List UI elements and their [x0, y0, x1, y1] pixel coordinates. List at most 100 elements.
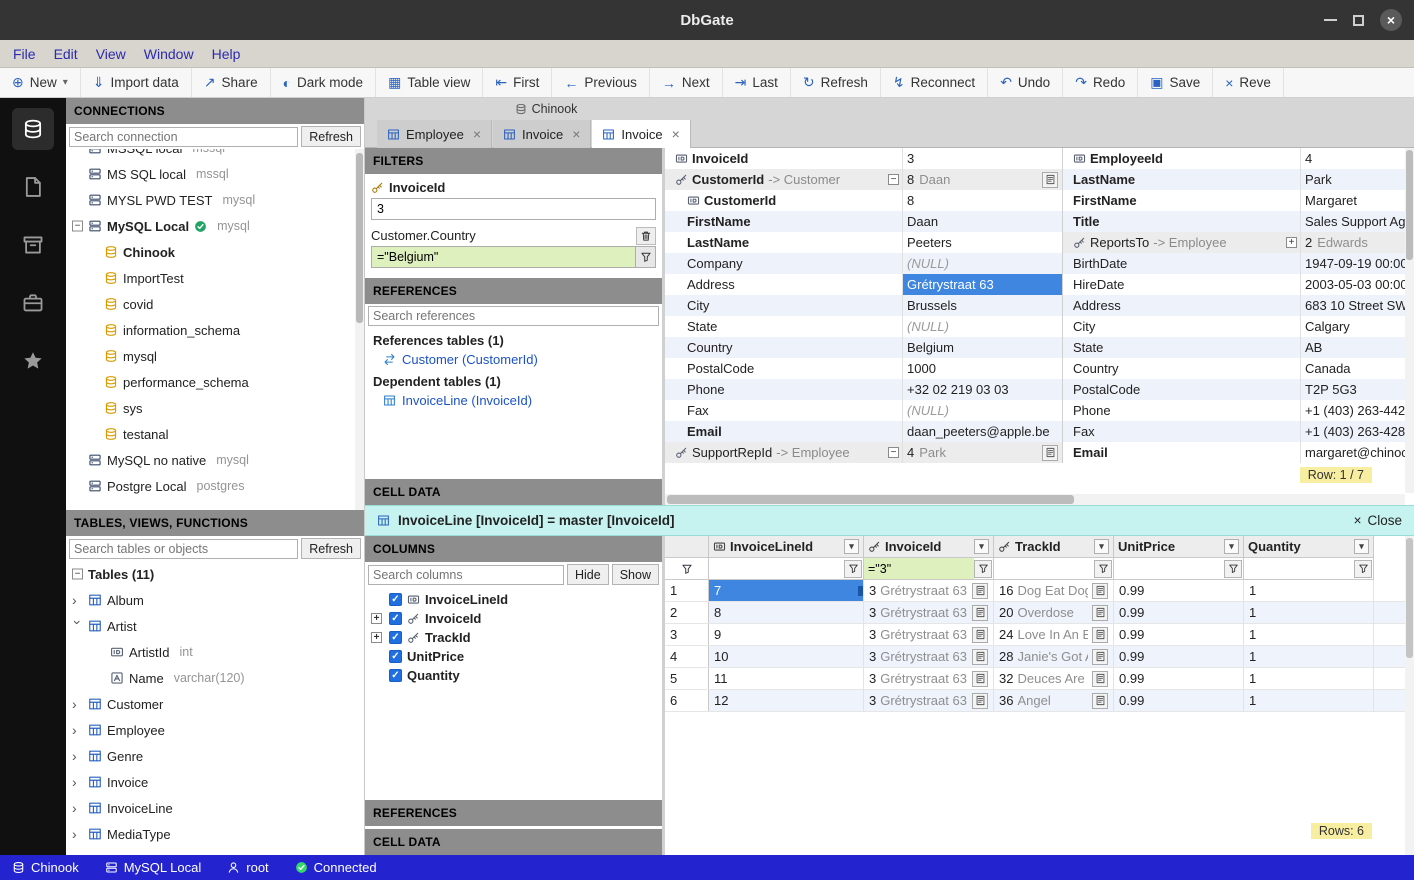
field-value-cell[interactable]: (NULL)	[902, 400, 1062, 421]
cell-invoicelineid[interactable]: 12	[709, 690, 864, 711]
field-value-cell[interactable]: Daan	[902, 211, 1062, 232]
cell-trackid[interactable]: 16 Dog Eat Dog	[994, 580, 1114, 601]
cell-invoicelineid[interactable]: 7	[709, 580, 864, 601]
column-checkbox[interactable]	[389, 612, 402, 625]
toolbar-button[interactable]: ▣ Save	[1138, 68, 1213, 97]
column-checklist-item[interactable]: Quantity	[365, 666, 662, 685]
toolbar-button[interactable]: ← Previous	[552, 68, 650, 97]
column-filter-input[interactable]	[709, 558, 844, 579]
field-label-cell[interactable]: State	[1063, 340, 1300, 355]
connection-item[interactable]: ImportTest	[66, 265, 364, 291]
cell-unitprice[interactable]: 0.99	[1114, 646, 1244, 667]
connection-item[interactable]: MSSQL local mssql	[66, 149, 364, 161]
filter-value-input[interactable]	[372, 199, 655, 219]
search-references-input[interactable]	[368, 306, 659, 326]
menu-item[interactable]: Help	[203, 40, 250, 67]
refresh-connections-button[interactable]: Refresh	[301, 126, 361, 147]
field-label-cell[interactable]: PostalCode	[1063, 382, 1300, 397]
connection-item[interactable]: information_schema	[66, 317, 364, 343]
column-checkbox[interactable]	[389, 669, 402, 682]
toolbar-button[interactable]: ↷ Redo	[1063, 68, 1138, 97]
filter-value-input[interactable]	[372, 247, 635, 267]
filter-menu-button[interactable]	[1094, 560, 1112, 578]
scrollbar-thumb[interactable]	[667, 495, 1074, 504]
field-label-cell[interactable]: Address	[665, 277, 902, 292]
field-value-cell[interactable]: margaret@chinoo	[1300, 442, 1414, 463]
field-value-cell[interactable]: daan_peeters@apple.be	[902, 421, 1062, 442]
column-filter-input[interactable]	[994, 558, 1094, 579]
row-number-cell[interactable]: 5	[665, 668, 709, 689]
statusbar-item[interactable]: Chinook	[12, 860, 79, 875]
cell-unitprice[interactable]: 0.99	[1114, 602, 1244, 623]
chevron-right-icon[interactable]: ›	[72, 801, 84, 815]
field-label-cell[interactable]: Fax	[1063, 424, 1300, 439]
reference-link-invoiceline[interactable]: InvoiceLine (InvoiceId)	[365, 391, 662, 410]
column-checkbox[interactable]	[389, 593, 402, 606]
tab[interactable]: Invoice ×	[592, 120, 690, 148]
column-filter-input[interactable]	[864, 558, 974, 579]
cell-trackid[interactable]: 20 Overdose	[994, 602, 1114, 623]
connection-item[interactable]: MS SQL local mssql	[66, 161, 364, 187]
toolbar-button[interactable]: ⇓ Import data	[81, 68, 192, 97]
field-value-cell[interactable]: Grétrystraat 63	[902, 274, 1062, 295]
statusbar-item[interactable]: MySQL Local	[105, 860, 202, 875]
tree-item[interactable]: › Customer	[66, 691, 364, 717]
tree-item[interactable]: › Invoice	[66, 769, 364, 795]
tree-item[interactable]: − Tables (11)	[66, 561, 364, 587]
connection-item[interactable]: performance_schema	[66, 369, 364, 395]
toolbar-button[interactable]: ◐ Dark mode	[271, 68, 377, 97]
field-value-cell[interactable]: Canada	[1300, 358, 1414, 379]
chevron-right-icon[interactable]: ›	[72, 697, 84, 711]
field-value-cell[interactable]: Peeters	[902, 232, 1062, 253]
field-label-cell[interactable]: HireDate	[1063, 277, 1300, 292]
open-form-icon[interactable]	[972, 649, 988, 665]
expand-toggle-icon[interactable]: −	[888, 174, 899, 185]
field-value-cell[interactable]: Belgium	[902, 337, 1062, 358]
field-label-cell[interactable]: Title	[1063, 214, 1300, 229]
show-column-button[interactable]: Show	[612, 564, 659, 585]
field-label-cell[interactable]: City	[1063, 319, 1300, 334]
field-value-cell[interactable]: 3	[902, 148, 1062, 169]
field-label-cell[interactable]: EmployeeId	[1063, 151, 1300, 166]
field-value-cell[interactable]: Sales Support Agent	[1300, 211, 1414, 232]
field-label-cell[interactable]: Phone	[1063, 403, 1300, 418]
open-form-icon[interactable]	[972, 583, 988, 599]
chevron-right-icon[interactable]: ›	[72, 749, 84, 763]
chevron-right-icon[interactable]: ›	[72, 723, 84, 737]
cell-trackid[interactable]: 28 Janie's Got A	[994, 646, 1114, 667]
cell-quantity[interactable]: 1	[1244, 580, 1374, 601]
field-value-cell[interactable]: +1 (403) 263-4289	[1300, 421, 1414, 442]
open-form-icon[interactable]	[1042, 445, 1058, 461]
field-value-cell[interactable]: 1000	[902, 358, 1062, 379]
cell-quantity[interactable]: 1	[1244, 668, 1374, 689]
hide-column-button[interactable]: Hide	[567, 564, 609, 585]
field-value-cell[interactable]: 2 Edwards	[1300, 232, 1414, 253]
cell-unitprice[interactable]: 0.99	[1114, 580, 1244, 601]
toolbar-button[interactable]: ⊕ New ▾	[0, 68, 81, 97]
open-form-icon[interactable]	[972, 605, 988, 621]
cell-invoiceid[interactable]: 3 Grétrystraat 63	[864, 668, 994, 689]
field-value-cell[interactable]: 8 Daan	[902, 169, 1062, 190]
open-form-icon[interactable]	[1092, 583, 1108, 599]
expand-toggle-icon[interactable]: −	[888, 447, 899, 458]
connection-item[interactable]: − MySQL Local mysql	[66, 213, 364, 239]
menu-item[interactable]: File	[4, 40, 45, 67]
expand-toggle-icon[interactable]: +	[371, 632, 382, 643]
toolbar-button[interactable]: ↻ Refresh	[791, 68, 881, 97]
tree-item[interactable]: › Employee	[66, 717, 364, 743]
cell-unitprice[interactable]: 0.99	[1114, 624, 1244, 645]
cell-invoicelineid[interactable]: 10	[709, 646, 864, 667]
field-value-cell[interactable]: T2P 5G3	[1300, 379, 1414, 400]
field-label-cell[interactable]: Fax	[665, 403, 902, 418]
statusbar-item[interactable]: Connected	[295, 860, 377, 875]
filter-menu-button[interactable]	[1224, 560, 1242, 578]
field-label-cell[interactable]: Country	[665, 340, 902, 355]
cell-trackid[interactable]: 24 Love In An El	[994, 624, 1114, 645]
search-connection-input[interactable]	[69, 127, 298, 147]
grid-column-header[interactable]: TrackId ▾	[994, 536, 1114, 558]
field-label-cell[interactable]: InvoiceId	[665, 151, 902, 166]
column-checklist-item[interactable]: + TrackId	[365, 628, 662, 647]
cell-invoicelineid[interactable]: 11	[709, 668, 864, 689]
menu-item[interactable]: View	[87, 40, 135, 67]
tree-item[interactable]: › Artist	[66, 613, 364, 639]
